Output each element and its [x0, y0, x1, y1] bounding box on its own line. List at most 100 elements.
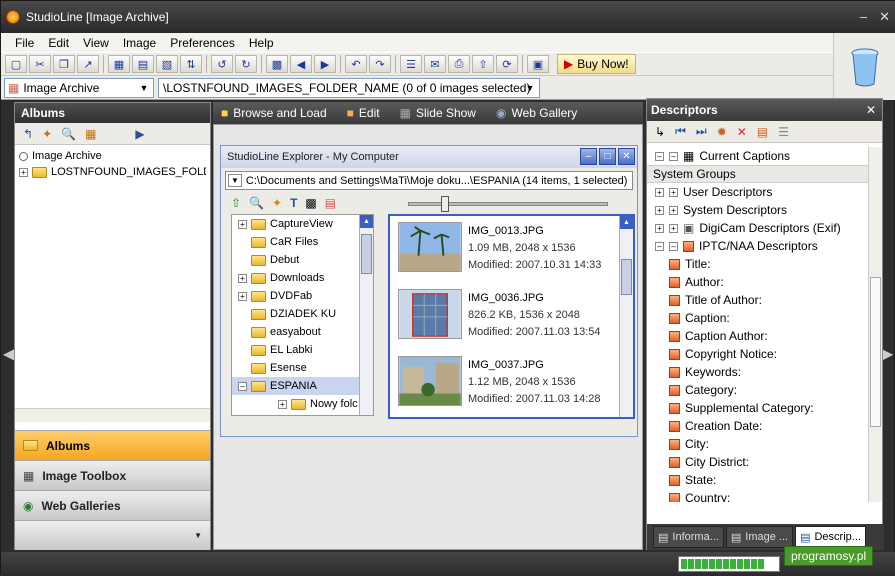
minimize-icon[interactable]: – [580, 148, 597, 165]
expand-icon[interactable]: + [655, 223, 664, 233]
email-icon[interactable]: ✉ [424, 55, 446, 73]
undo-icon[interactable]: ↶ [345, 55, 367, 73]
maximize-icon[interactable]: □ [599, 148, 616, 165]
menu-file[interactable]: File [15, 36, 34, 50]
first-icon[interactable]: ⏮ [675, 124, 686, 139]
upload-icon[interactable]: ⇧ [472, 55, 494, 73]
tree-folder[interactable]: + DVDFab [232, 287, 373, 305]
expand-icon[interactable]: + [19, 167, 28, 177]
search-icon[interactable]: 🔍 [61, 127, 76, 141]
scroll-thumb[interactable] [870, 277, 881, 427]
up-icon[interactable]: ↰ [23, 127, 33, 141]
cut-icon[interactable]: ✂ [29, 55, 51, 73]
tree-folder[interactable]: Esense [232, 359, 373, 377]
grid-view-icon[interactable]: ▦ [108, 55, 130, 73]
tree-folder[interactable]: EL Labki [232, 341, 373, 359]
expand-icon[interactable]: + [238, 219, 247, 229]
buy-now-button[interactable]: ▶ Buy Now! [557, 54, 636, 74]
collapse-icon[interactable]: – [669, 151, 678, 161]
field-caption[interactable]: Caption: [647, 309, 869, 327]
menu-help[interactable]: Help [249, 36, 274, 50]
scroll-thumb[interactable] [621, 259, 632, 295]
tab-slide-show[interactable]: ▦ Slide Show [400, 106, 476, 120]
expand-icon[interactable]: + [238, 291, 247, 301]
delete-icon[interactable]: ✕ [737, 125, 747, 139]
chevron-down-icon[interactable]: ▼ [523, 81, 537, 95]
chevron-down-icon[interactable]: ▼ [228, 174, 242, 187]
field-keywords[interactable]: Keywords: [647, 363, 869, 381]
tree-item-image-archive[interactable]: Image Archive [19, 148, 206, 164]
nav-albums[interactable]: Albums [15, 430, 210, 460]
group-system-descriptors[interactable]: + + System Descriptors [647, 201, 869, 219]
tree-folder[interactable]: Debut [232, 251, 373, 269]
adjust-icon[interactable]: ☰ [400, 55, 422, 73]
chevron-down-icon[interactable]: ▼ [137, 81, 151, 95]
field-city[interactable]: City: [647, 435, 869, 453]
tree-folder[interactable]: + CaptureView [232, 215, 373, 233]
close-icon[interactable]: ✕ [866, 103, 876, 117]
menu-view[interactable]: View [83, 36, 109, 50]
field-title-of-author[interactable]: Title of Author: [647, 291, 869, 309]
group-iptc-descriptors[interactable]: – – IPTC/NAA Descriptors [647, 237, 869, 255]
tree-folder[interactable]: + Nowy folc [232, 395, 373, 413]
detail-view-icon[interactable]: ▧ [156, 55, 178, 73]
refresh-icon[interactable]: ⟳ [496, 55, 518, 73]
field-author[interactable]: Author: [647, 273, 869, 291]
scroll-thumb[interactable] [361, 234, 372, 274]
nav-more[interactable]: ▼ [15, 520, 210, 550]
field-state[interactable]: State: [647, 471, 869, 489]
tab-web-gallery[interactable]: ◉ Web Gallery [496, 106, 577, 120]
horizontal-scrollbar[interactable] [15, 408, 210, 422]
thumbnail-size-slider[interactable] [408, 196, 608, 212]
explorer-path[interactable]: ▼ C:\Documents and Settings\MaTi\Moje do… [225, 171, 633, 190]
select-all-icon[interactable]: ▩ [266, 55, 288, 73]
expand-icon[interactable]: + [669, 205, 678, 215]
search-icon[interactable]: 🔍 [249, 196, 264, 210]
field-supplemental-category[interactable]: Supplemental Category: [647, 399, 869, 417]
menu-preferences[interactable]: Preferences [170, 36, 235, 50]
thumbnail-view-icon[interactable]: ▩ [305, 196, 316, 210]
expand-icon[interactable]: + [278, 399, 287, 409]
chevron-down-icon[interactable]: ▼ [194, 531, 202, 540]
list-icon[interactable]: ☰ [778, 125, 789, 139]
new-folder-icon[interactable]: ✦ [42, 127, 52, 141]
group-user-descriptors[interactable]: + + User Descriptors [647, 183, 869, 201]
vertical-scrollbar[interactable] [868, 147, 882, 502]
rotate-right-icon[interactable]: ↻ [235, 55, 257, 73]
tree-folder[interactable]: DZIADEK KU [232, 305, 373, 323]
list-item[interactable]: IMG_0013.JPG 1.09 MB, 2048 x 1536 Modifi… [398, 222, 623, 284]
redo-icon[interactable]: ↷ [369, 55, 391, 73]
field-creation-date[interactable]: Creation Date: [647, 417, 869, 435]
field-country[interactable]: Country: [647, 489, 869, 502]
print-icon[interactable]: ⎙ [448, 55, 470, 73]
archive-select[interactable]: ▦ Image Archive ▼ [4, 77, 154, 98]
group-digicam-descriptors[interactable]: + + ▣ DigiCam Descriptors (Exif) [647, 219, 869, 237]
expand-icon[interactable]: + [669, 223, 678, 233]
list-item[interactable]: IMG_0036.JPG 826.2 KB, 1536 x 2048 Modif… [398, 289, 623, 351]
tree-folder[interactable]: + Downloads [232, 269, 373, 287]
field-caption-author[interactable]: Caption Author: [647, 327, 869, 345]
preview-icon[interactable]: ▣ [527, 55, 549, 73]
up-folder-icon[interactable]: ⇧ [231, 196, 241, 210]
close-icon[interactable]: ✕ [618, 148, 635, 165]
collapse-icon[interactable]: – [238, 381, 247, 391]
filmstrip-icon[interactable]: ▤ [132, 55, 154, 73]
next-icon[interactable]: ▶ [314, 55, 336, 73]
list-item[interactable]: IMG_0037.JPG 1.12 MB, 2048 x 1536 Modifi… [398, 356, 623, 417]
select-icon[interactable]: ▢ [5, 55, 27, 73]
scroll-up-icon[interactable]: ▲ [360, 215, 373, 228]
collapse-icon[interactable]: – [655, 151, 664, 161]
open-icon[interactable]: ▶ [135, 127, 144, 141]
vertical-scrollbar[interactable]: ▲ [359, 215, 373, 415]
copy-icon[interactable]: ❐ [53, 55, 75, 73]
expand-icon[interactable]: + [655, 187, 664, 197]
tab-browse-and-load[interactable]: ■ Browse and Load [221, 106, 327, 120]
new-folder-icon[interactable]: ✦ [272, 196, 282, 210]
menu-image[interactable]: Image [123, 36, 156, 50]
previous-icon[interactable]: ◀ [290, 55, 312, 73]
vertical-scrollbar[interactable]: ▲ [619, 216, 633, 417]
export-icon[interactable]: ↗ [77, 55, 99, 73]
menu-edit[interactable]: Edit [48, 36, 69, 50]
edit-descriptor-icon[interactable]: ▤ [757, 125, 768, 139]
tab-descriptors[interactable]: ▤ Descrip... [795, 526, 866, 548]
